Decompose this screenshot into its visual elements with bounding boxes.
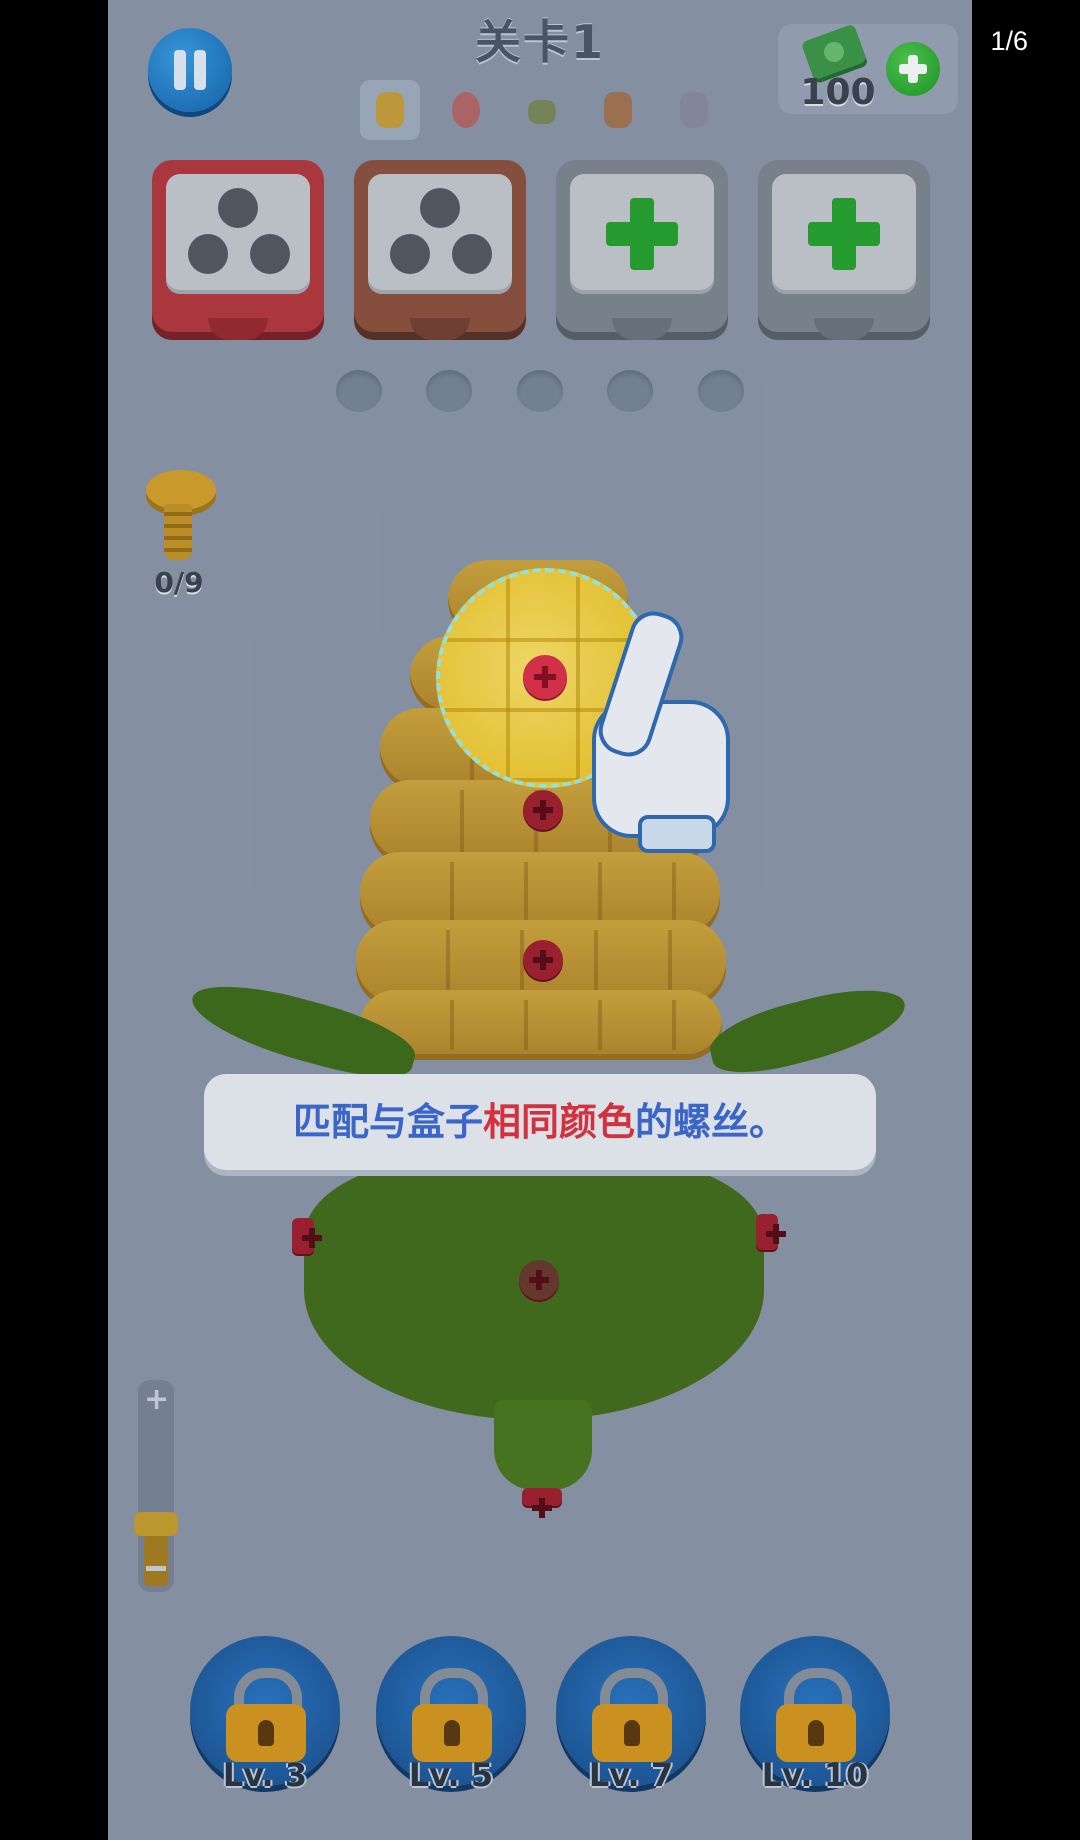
locked-booster-1[interactable]: Lv. 3: [190, 1636, 340, 1794]
highlighted-red-screw[interactable]: [523, 655, 567, 699]
booster-level: Lv. 5: [408, 1756, 494, 1794]
zoom-in-icon: +: [144, 1382, 170, 1417]
locked-booster-4[interactable]: Lv. 10: [740, 1636, 890, 1794]
red-screw[interactable]: [292, 1218, 322, 1254]
zoom-slider[interactable]: +: [134, 1380, 178, 1592]
zoom-handle[interactable]: [134, 1512, 178, 1536]
corn-model: [108, 0, 972, 1840]
locked-booster-2[interactable]: Lv. 5: [376, 1636, 526, 1794]
image-counter: 1/6: [990, 26, 1028, 56]
zoom-out-icon: [146, 1566, 166, 1571]
game-screen: 关卡1 100 0/9 匹配与盒子相同颜色的螺丝。 + Lv. 3 Lv. 5 …: [108, 0, 972, 1840]
red-screw[interactable]: [523, 790, 563, 830]
corn-leaf: [703, 976, 913, 1084]
pointing-hand-icon: [578, 605, 738, 853]
red-screw[interactable]: [523, 940, 563, 980]
tip-text-end: 的螺丝。: [635, 1100, 788, 1144]
booster-level: Lv. 3: [222, 1756, 308, 1794]
red-screw[interactable]: [522, 1488, 562, 1518]
booster-level: Lv. 10: [761, 1756, 869, 1794]
booster-level: Lv. 7: [588, 1756, 674, 1794]
tip-highlight: 相同颜色: [482, 1100, 635, 1144]
brown-screw[interactable]: [519, 1260, 559, 1300]
red-screw[interactable]: [756, 1214, 786, 1250]
locked-booster-3[interactable]: Lv. 7: [556, 1636, 706, 1794]
corn-stem: [494, 1400, 592, 1490]
tutorial-tip: 匹配与盒子相同颜色的螺丝。: [204, 1074, 876, 1170]
tip-text: 匹配与盒子: [292, 1100, 483, 1144]
